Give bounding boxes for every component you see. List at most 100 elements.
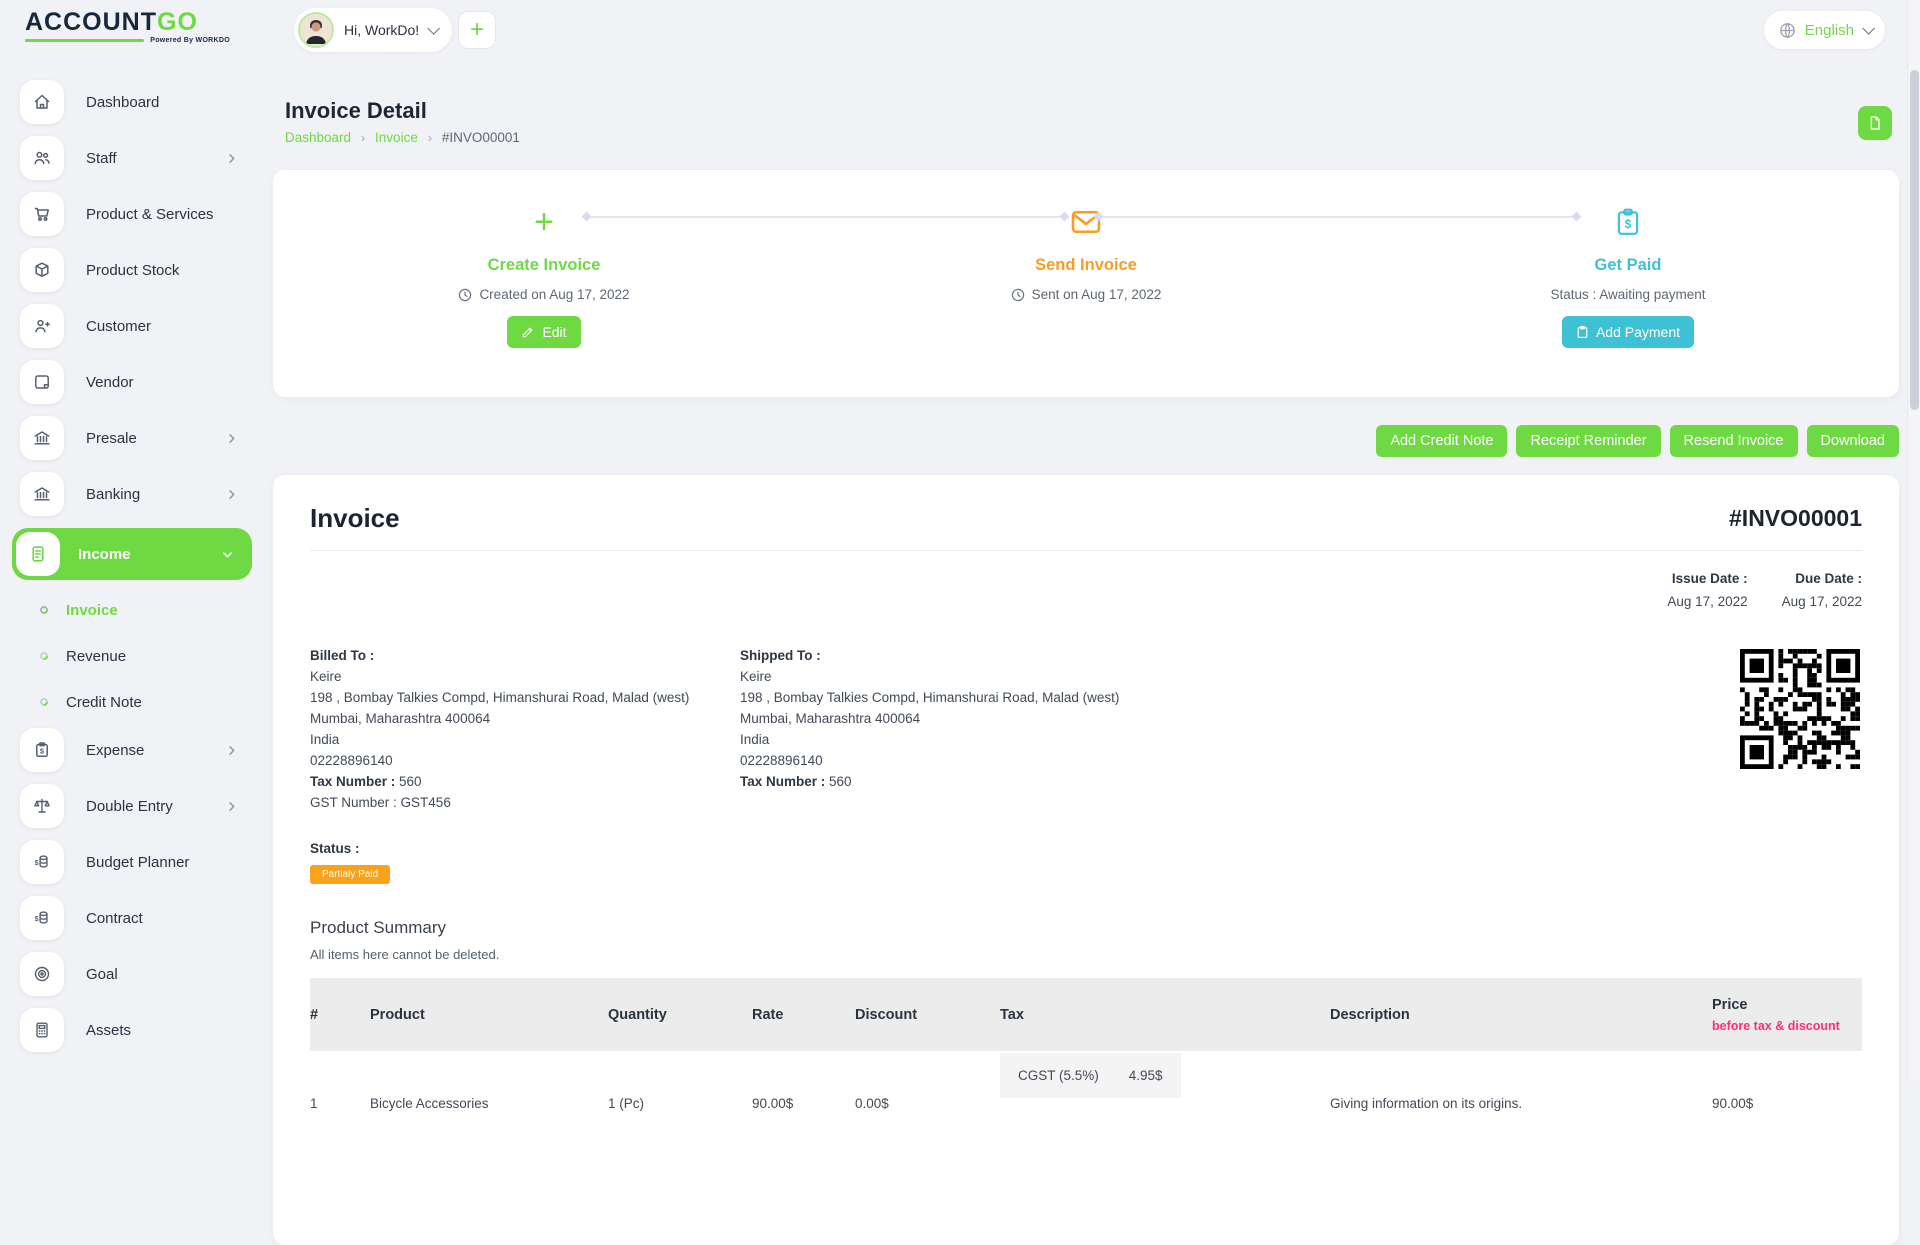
plus-icon: + (534, 202, 554, 242)
sidebar-item-presale[interactable]: Presale (12, 416, 252, 460)
invoice-actions: Add Credit Note Receipt Reminder Resend … (273, 425, 1899, 457)
gst-number-label: GST Number : (310, 795, 397, 810)
chevron-down-icon (221, 548, 234, 561)
sidebar-item-goal[interactable]: Goal (12, 952, 252, 996)
row-index: 1 (310, 1051, 370, 1191)
shipped-to-block: Shipped To : Keire 198 , Bombay Talkies … (740, 645, 1740, 792)
scrollbar-thumb[interactable] (1910, 70, 1919, 410)
status-block: Status : Partialy Paid (310, 841, 1862, 884)
home-icon (20, 80, 64, 124)
step-get-paid: $ Get Paid Status : Awaiting payment Add… (1357, 170, 1899, 397)
issue-date-label: Issue Date : (1667, 571, 1747, 586)
chevron-down-icon (427, 22, 440, 35)
sidebar-item-dashboard[interactable]: Dashboard (12, 80, 252, 124)
globe-icon (1778, 21, 1797, 40)
sidebar-item-staff[interactable]: Staff (12, 136, 252, 180)
tax-number-value: 560 (399, 774, 422, 789)
shipped-to-phone: 02228896140 (740, 750, 1740, 771)
step-connector (1099, 216, 1576, 218)
sidebar-item-contract[interactable]: $ Contract (12, 896, 252, 940)
breadcrumb-dashboard[interactable]: Dashboard (285, 130, 351, 145)
invoice-dates: Issue Date : Aug 17, 2022 Due Date : Aug… (310, 571, 1862, 609)
bullet-icon (38, 604, 49, 615)
calculator-icon (20, 1008, 64, 1052)
sidebar-subitem-credit-note[interactable]: Credit Note (12, 682, 252, 722)
col-header-discount: Discount (855, 1007, 1000, 1023)
resend-invoice-button[interactable]: Resend Invoice (1670, 425, 1798, 457)
export-document-button[interactable] (1858, 106, 1892, 140)
file-icon (1867, 115, 1883, 131)
row-quantity: 1 (Pc) (608, 1051, 752, 1191)
due-date-label: Due Date : (1782, 571, 1862, 586)
breadcrumb-invoice[interactable]: Invoice (375, 130, 418, 145)
page-scrollbar[interactable] (1907, 0, 1920, 1080)
breadcrumb-separator: › (428, 131, 432, 145)
invoice-progress-card: + Create Invoice Created on Aug 17, 2022… (273, 170, 1899, 397)
main-content: Invoice Detail Dashboard › Invoice › #IN… (273, 98, 1899, 1245)
table-row: 1 Bicycle Accessories 1 (Pc) 90.00$ 0.00… (310, 1051, 1862, 1191)
edit-button[interactable]: Edit (507, 316, 580, 348)
sidebar-item-customer[interactable]: Customer (12, 304, 252, 348)
svg-text:$: $ (35, 860, 39, 867)
user-plus-icon (20, 304, 64, 348)
sidebar-item-double-entry[interactable]: Double Entry (12, 784, 252, 828)
tax-number-label: Tax Number : (310, 774, 395, 789)
shipped-to-address2: Mumbai, Maharashtra 400064 (740, 708, 1740, 729)
language-selector[interactable]: English (1764, 11, 1885, 49)
sidebar-item-product-services[interactable]: Product & Services (12, 192, 252, 236)
tax-number-label: Tax Number : (740, 774, 825, 789)
chevron-right-icon (225, 744, 238, 757)
status-label: Status : (310, 841, 1862, 856)
step-subtitle: Status : Awaiting payment (1550, 287, 1705, 302)
sidebar-item-banking[interactable]: Banking (12, 472, 252, 516)
receipt-reminder-button[interactable]: Receipt Reminder (1516, 425, 1660, 457)
row-discount: 0.00$ (855, 1051, 1000, 1191)
shipped-to-name: Keire (740, 666, 1740, 687)
topbar: ACCOUNTGO Powered By WORKDO Hi, WorkDo! … (0, 0, 1920, 60)
brand-logo[interactable]: ACCOUNTGO Powered By WORKDO (25, 9, 230, 44)
tax-number-value: 560 (829, 774, 852, 789)
add-credit-note-button[interactable]: Add Credit Note (1376, 425, 1507, 457)
step-subtitle: Created on Aug 17, 2022 (458, 287, 629, 302)
product-summary-note: All items here cannot be deleted. (310, 947, 1862, 962)
sidebar-item-vendor[interactable]: Vendor (12, 360, 252, 404)
chevron-right-icon (225, 152, 238, 165)
svg-text:$: $ (1625, 218, 1632, 231)
user-menu[interactable]: Hi, WorkDo! (294, 8, 452, 52)
bullet-icon (38, 650, 49, 661)
envelope-icon (1070, 202, 1102, 242)
plus-icon: + (470, 16, 484, 44)
shipped-to-country: India (740, 729, 1740, 750)
sidebar-subitem-invoice[interactable]: Invoice (12, 590, 252, 630)
breadcrumb-separator: › (361, 131, 365, 145)
col-header-product: Product (370, 1007, 608, 1023)
step-title: Create Invoice (488, 256, 601, 275)
sidebar-item-expense[interactable]: $ Expense (12, 728, 252, 772)
breadcrumb-current: #INVO00001 (442, 130, 520, 145)
sidebar-subitem-revenue[interactable]: Revenue (12, 636, 252, 676)
quick-add-button[interactable]: + (458, 11, 496, 49)
chevron-down-icon (1862, 22, 1875, 35)
chevron-right-icon (225, 432, 238, 445)
col-header-rate: Rate (752, 1007, 855, 1023)
product-summary-title: Product Summary (310, 918, 1862, 938)
step-title: Get Paid (1595, 256, 1662, 275)
clipboard-dollar-icon: $ (20, 728, 64, 772)
download-button[interactable]: Download (1807, 425, 1900, 457)
users-icon (20, 136, 64, 180)
col-header-index: # (310, 1007, 370, 1023)
step-title: Send Invoice (1035, 256, 1137, 275)
add-payment-button[interactable]: Add Payment (1562, 316, 1694, 348)
sidebar-item-income[interactable]: Income (12, 528, 252, 580)
invoice-detail-card: Invoice #INVO00001 Issue Date : Aug 17, … (273, 475, 1899, 1245)
powered-by-label: Powered By WORKDO (150, 37, 230, 44)
brand-accent: GO (157, 8, 198, 36)
sidebar-item-assets[interactable]: Assets (12, 1008, 252, 1052)
clipboard-icon (1576, 325, 1589, 339)
breadcrumb: Dashboard › Invoice › #INVO00001 (285, 130, 1899, 145)
sidebar-item-budget-planner[interactable]: $ Budget Planner (12, 840, 252, 884)
billed-to-address1: 198 , Bombay Talkies Compd, Himanshurai … (310, 687, 740, 708)
sidebar-item-product-stock[interactable]: Product Stock (12, 248, 252, 292)
language-label: English (1805, 22, 1854, 39)
tax-detail-box: CGST (5.5%) 4.95$ (1000, 1053, 1181, 1098)
